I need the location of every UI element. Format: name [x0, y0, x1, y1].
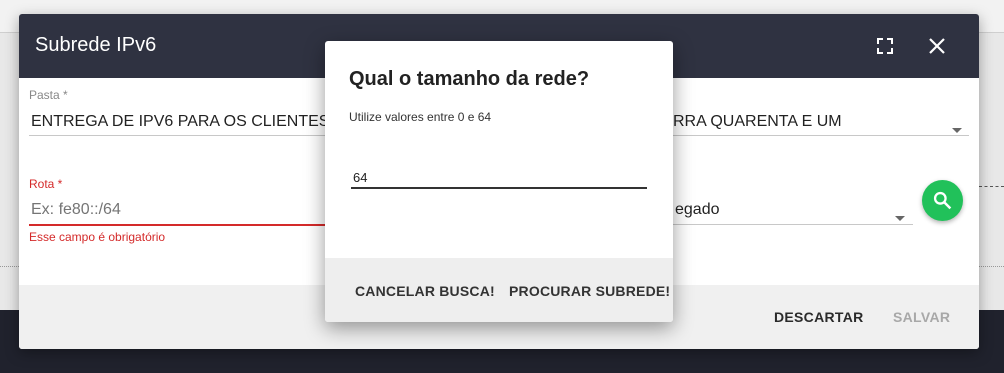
network-size-prompt: Qual o tamanho da rede? Utilize valores …	[325, 41, 673, 322]
prompt-title: Qual o tamanho da rede?	[349, 68, 590, 90]
prompt-hint: Utilize valores entre 0 e 64	[349, 110, 492, 124]
search-subnet-button[interactable]: PROCURAR SUBREDE!	[509, 283, 670, 299]
prompt-actions: CANCELAR BUSCA! PROCURAR SUBREDE!	[325, 258, 673, 322]
network-size-input[interactable]	[351, 167, 647, 189]
cancel-search-button[interactable]: CANCELAR BUSCA!	[355, 283, 495, 299]
